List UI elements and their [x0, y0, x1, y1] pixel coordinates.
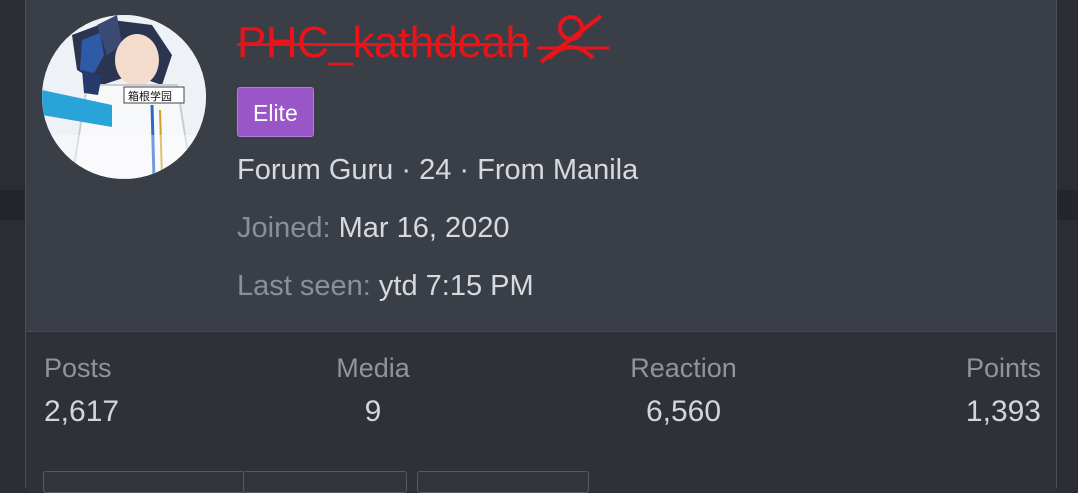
action-button[interactable]: [243, 471, 407, 493]
username-text: PHC_kathdeah: [237, 18, 530, 68]
stat-value: 9: [364, 395, 382, 428]
last-seen-value[interactable]: ytd 7:15 PM: [379, 270, 534, 302]
stat-media[interactable]: Media 9: [316, 350, 430, 432]
user-blurb: Forum Guru · 24 · From Manila: [237, 154, 638, 187]
user-slash-icon: [537, 12, 610, 79]
stat-points[interactable]: Points 1,393: [926, 350, 1041, 432]
action-button[interactable]: [43, 471, 245, 493]
stat-value: 6,560: [645, 395, 722, 428]
stat-label: Points: [965, 353, 1041, 383]
avatar[interactable]: 箱根学园: [42, 15, 206, 179]
stat-reaction[interactable]: Reaction 6,560: [611, 350, 756, 432]
last-seen-label: Last seen:: [237, 270, 371, 302]
action-button[interactable]: [417, 471, 589, 493]
user-blurb-text: Forum Guru · 24 · From Manila: [237, 154, 639, 186]
joined-label: Joined:: [237, 212, 331, 244]
stats-panel: [26, 332, 1056, 492]
stat-label: Reaction: [630, 353, 737, 383]
joined-value: Mar 16, 2020: [338, 212, 510, 244]
stat-label: Posts: [44, 353, 112, 383]
member-tooltip-card: 箱根学园 PHC_kathdeah Elite Forum Guru · 24 …: [25, 0, 1057, 493]
svg-text:箱根学园: 箱根学园: [128, 89, 172, 103]
joined-row: Joined: Mar 16, 2020: [237, 212, 509, 245]
stat-posts[interactable]: Posts 2,617: [44, 350, 119, 432]
stat-value: 2,617: [44, 395, 120, 428]
stat-label: Media: [336, 353, 410, 383]
stat-value: 1,393: [965, 395, 1041, 428]
avatar-image: 箱根学园: [42, 15, 206, 179]
username-link[interactable]: PHC_kathdeah: [237, 12, 610, 79]
last-seen-row: Last seen: ytd 7:15 PM: [237, 270, 534, 303]
user-title-badge: Elite: [237, 87, 314, 137]
